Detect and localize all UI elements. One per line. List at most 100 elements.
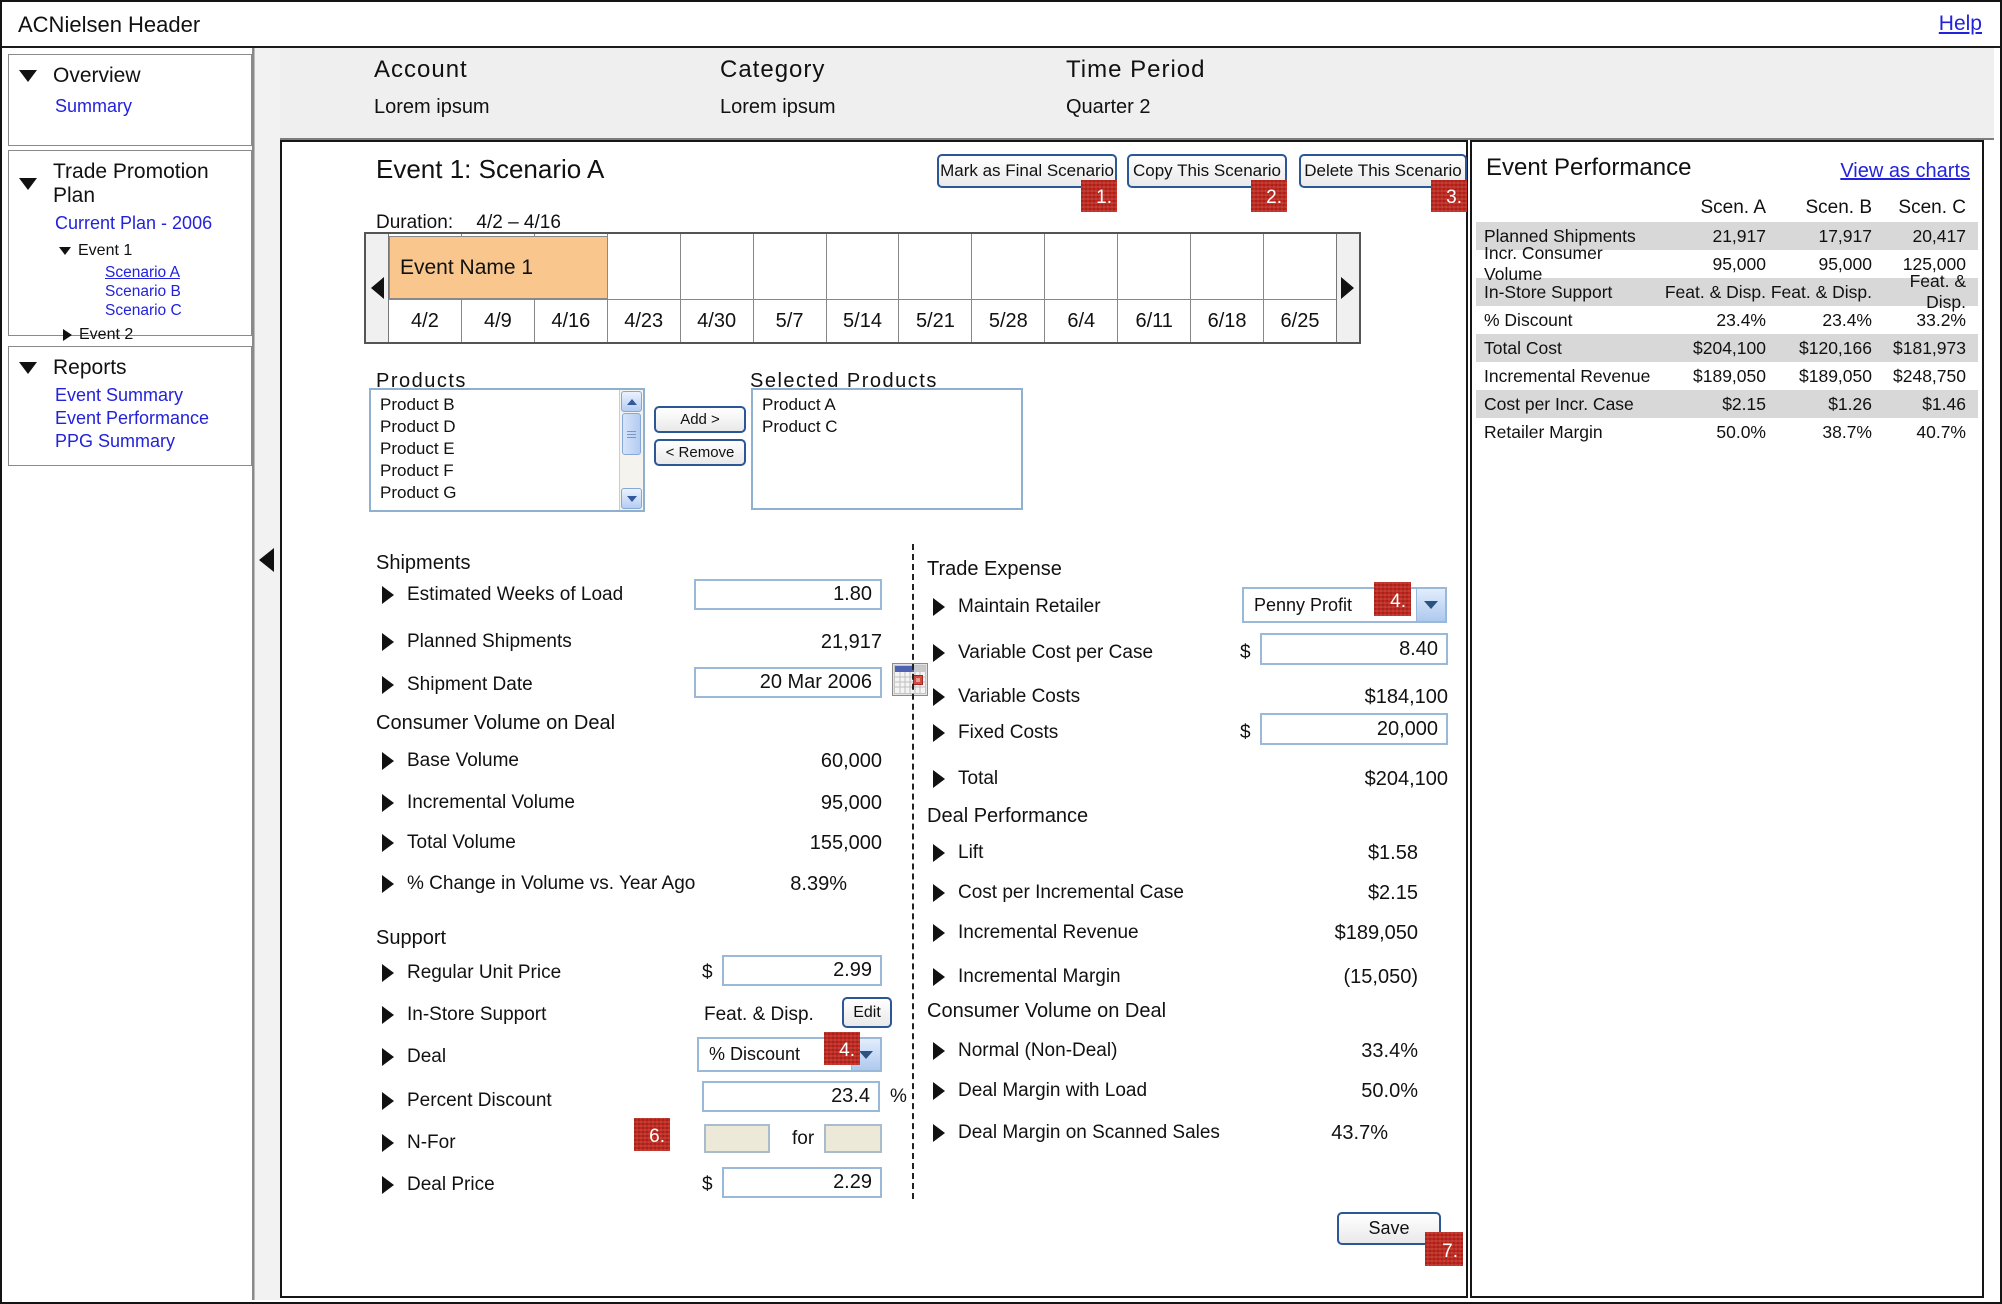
scroll-up-icon[interactable] — [621, 391, 642, 412]
annotation-badge-6: 6. — [634, 1118, 670, 1151]
add-product-button[interactable]: Add > — [654, 406, 746, 433]
chevron-down-icon[interactable] — [1416, 589, 1445, 621]
sidebar-tpp-header[interactable]: Trade Promotion Plan — [9, 151, 251, 208]
help-link[interactable]: Help — [1939, 12, 1982, 36]
table-header-row: Scen. A Scen. B Scen. C — [1476, 194, 1978, 222]
timeline-scroll-right[interactable] — [1336, 234, 1359, 342]
timeline-week: 5/14 — [826, 234, 899, 342]
incremental-margin-value: (15,050) — [1162, 966, 1418, 989]
tree-event-2-label: Event 2 — [79, 326, 133, 344]
timeline-week: 6/18 — [1190, 234, 1263, 342]
chevron-down-icon — [19, 362, 37, 374]
cell-scen-a: $189,050 — [1664, 366, 1766, 387]
deal-price-input[interactable] — [722, 1167, 882, 1198]
list-item[interactable]: Product C — [762, 416, 1021, 438]
timeline-date: 6/4 — [1045, 300, 1117, 342]
timeline-week: 4/30 — [680, 234, 753, 342]
fixed-costs-row: Fixed Costs — [933, 720, 1058, 746]
estimated-weeks-input[interactable] — [694, 579, 882, 610]
pct-change-volume-value: 8.39% — [662, 873, 847, 896]
row-bullet-icon — [933, 924, 945, 942]
row-bullet-icon — [382, 834, 394, 852]
row-bullet-icon — [933, 844, 945, 862]
regular-unit-price-input[interactable] — [722, 955, 882, 986]
edit-in-store-support-button[interactable]: Edit — [842, 997, 892, 1028]
row-label: Regular Unit Price — [407, 962, 561, 984]
shipments-section-title: Shipments — [376, 552, 471, 575]
cell-scen-c: $1.46 — [1872, 394, 1970, 415]
cell-scen-c: 20,417 — [1872, 226, 1970, 247]
remove-product-button[interactable]: < Remove — [654, 439, 746, 466]
table-row: Retailer Margin 50.0% 38.7% 40.7% — [1476, 418, 1978, 446]
shipment-date-input[interactable] — [694, 667, 882, 698]
app-title: ACNielsen Header — [18, 12, 200, 38]
row-bullet-icon — [382, 1006, 394, 1024]
list-item[interactable]: Product E — [380, 438, 619, 460]
n-for-price-input[interactable] — [824, 1124, 882, 1153]
sidebar-item-event-summary[interactable]: Event Summary — [9, 384, 251, 407]
tree-item-scenario-b[interactable]: Scenario B — [9, 282, 251, 301]
cost-per-incremental-case-row: Cost per Incremental Case — [933, 880, 1184, 906]
timeline-date: 4/16 — [535, 300, 607, 342]
fixed-costs-input[interactable] — [1260, 713, 1448, 745]
event-performance-title: Event Performance — [1486, 154, 1691, 182]
table-row: Incremental Revenue $189,050 $189,050 $2… — [1476, 362, 1978, 390]
duration-value: 4/2 – 4/16 — [476, 212, 561, 233]
list-item[interactable]: Product F — [380, 460, 619, 482]
products-list: Product B Product D Product E Product F … — [371, 390, 619, 510]
event-performance-panel: Event Performance View as charts Scen. A… — [1470, 140, 1984, 1298]
column-header-scen-b: Scen. B — [1766, 197, 1872, 219]
planned-shipments-row: Planned Shipments — [382, 629, 572, 655]
timeline-date: 5/14 — [827, 300, 899, 342]
sidebar-item-event-performance[interactable]: Event Performance — [9, 407, 251, 430]
event-bar[interactable]: Event Name 1 — [389, 236, 608, 299]
currency-prefix: $ — [702, 962, 713, 984]
tree-item-scenario-a[interactable]: Scenario A — [9, 263, 251, 282]
sidebar-item-ppg-summary[interactable]: PPG Summary — [9, 430, 251, 453]
list-item[interactable]: Product D — [380, 416, 619, 438]
timeline-scroll-left[interactable] — [366, 234, 389, 342]
list-item[interactable]: Product B — [380, 394, 619, 416]
cell-scen-b: 17,917 — [1766, 226, 1872, 247]
sidebar-item-current-plan[interactable]: Current Plan - 2006 — [9, 212, 251, 234]
list-item[interactable]: Product G — [380, 482, 619, 504]
row-bullet-icon — [933, 884, 945, 902]
n-for-count-input[interactable] — [704, 1124, 770, 1153]
sidebar-reports-header[interactable]: Reports — [9, 347, 251, 380]
row-label: Variable Cost per Case — [958, 642, 1153, 664]
list-item[interactable]: Product A — [762, 394, 1021, 416]
view-as-charts-link[interactable]: View as charts — [1840, 160, 1970, 183]
scroll-down-icon[interactable] — [621, 488, 642, 509]
row-label: % Change in Volume vs. Year Ago — [407, 873, 695, 895]
calendar-icon[interactable] — [892, 663, 928, 696]
row-label: Retailer Margin — [1476, 422, 1664, 443]
n-for-separator: for — [792, 1128, 814, 1150]
tree-item-scenario-c[interactable]: Scenario C — [9, 301, 251, 320]
percent-discount-input[interactable] — [702, 1081, 880, 1112]
base-volume-row: Base Volume — [382, 748, 519, 774]
deal-row: Deal — [382, 1044, 446, 1070]
category-value: Lorem ipsum — [720, 96, 836, 119]
row-label: Estimated Weeks of Load — [407, 584, 623, 606]
scrollbar-thumb[interactable] — [622, 413, 641, 455]
collapse-panel-icon[interactable] — [259, 548, 274, 572]
table-row: Total Cost $204,100 $120,166 $181,973 — [1476, 334, 1978, 362]
maintain-retailer-dropdown[interactable]: Penny Profit — [1242, 587, 1447, 623]
variable-cost-per-case-input[interactable] — [1260, 633, 1448, 665]
sidebar-reports-title: Reports — [53, 356, 127, 380]
annotation-badge-3: 3. — [1431, 180, 1467, 212]
row-bullet-icon — [382, 676, 394, 694]
row-label: Cost per Incr. Case — [1476, 394, 1664, 415]
consumer-volume-section-title: Consumer Volume on Deal — [376, 712, 615, 735]
timeline-date: 4/23 — [608, 300, 680, 342]
total-volume-row: Total Volume — [382, 830, 516, 856]
tree-item-event-1[interactable]: Event 1 — [9, 242, 251, 260]
currency-prefix: $ — [702, 1174, 713, 1196]
sidebar-overview-header[interactable]: Overview — [9, 55, 251, 88]
sidebar-item-summary[interactable]: Summary — [9, 95, 251, 117]
products-scrollbar[interactable] — [619, 390, 643, 510]
row-label: In-Store Support — [1476, 282, 1664, 303]
row-bullet-icon — [933, 968, 945, 986]
time-period-label: Time Period — [1066, 56, 1205, 84]
tree-item-event-2[interactable]: Event 2 — [9, 326, 251, 344]
